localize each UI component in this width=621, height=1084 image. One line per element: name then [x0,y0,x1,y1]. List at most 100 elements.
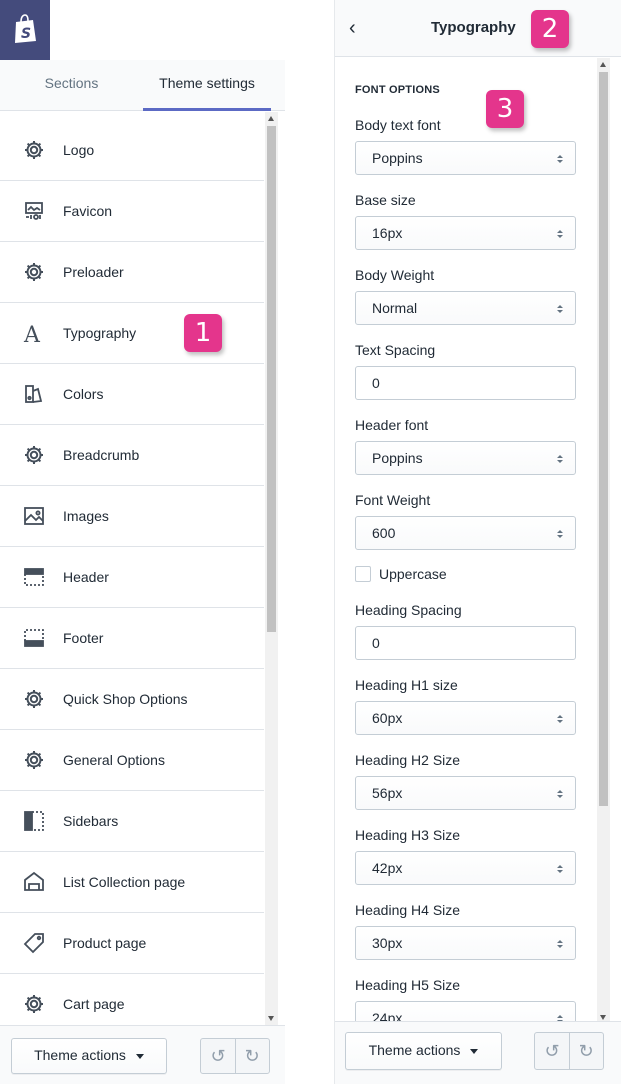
scroll-up-arrow[interactable] [268,116,274,121]
select-value: Poppins [372,150,423,166]
heading-h4-size-select[interactable]: 30px [355,926,576,960]
sidebar-item-label: Colors [63,386,104,402]
field-label: Heading H1 size [355,677,458,693]
sidebar-item-cart-page[interactable]: Cart page [0,974,264,1025]
heading-h3-size-field: Heading H3 Size 42px [355,825,576,885]
heading-h4-size-field: Heading H4 Size 30px [355,900,576,960]
sidebar-item-label: Images [63,508,109,524]
step-badge-2: 2 [531,10,569,48]
theme-actions-label: Theme actions [368,1042,461,1058]
svg-text:S: S [21,26,31,42]
sidebar-item-list-collection-page[interactable]: List Collection page [0,852,264,913]
sidebar-item-colors[interactable]: Colors [0,364,264,425]
select-value: Normal [372,300,418,316]
gear-icon [25,751,43,769]
heading-h2-size-select[interactable]: 56px [355,776,576,810]
theme-actions-button[interactable]: Theme actions [11,1038,167,1074]
sidebar-item-quick-shop-options[interactable]: Quick Shop Options [0,669,264,730]
redo-icon[interactable]: ↻ [235,1039,269,1073]
typography-scrollbar[interactable] [597,58,610,1024]
panel-tabs: Sections Theme settings [0,60,285,111]
sidebar-item-general-options[interactable]: General Options [0,730,264,791]
gear-icon [25,995,43,1013]
shopify-bag-icon: S [15,14,36,43]
sidebar-item-header[interactable]: Header [0,547,264,608]
heading-h5-size-field: Heading H5 Size 24px [355,975,576,1024]
settings-scrollbar[interactable] [265,112,278,1025]
favicon-icon [25,202,43,220]
theme-actions-button[interactable]: Theme actions [345,1032,502,1070]
sidebar-item-breadcrumb[interactable]: Breadcrumb [0,425,264,486]
font-weight-select[interactable]: 600 [355,516,576,550]
sidebar-item-label: Preloader [63,264,124,280]
gear-icon [25,141,43,159]
body-weight-field: Body Weight Normal [355,265,576,325]
sidebar-item-favicon[interactable]: Favicon [0,181,264,242]
body-text-font-field: Body text font Poppins [355,115,576,175]
field-label: Body Weight [355,267,435,283]
select-value: 42px [372,860,403,876]
scroll-up-arrow[interactable] [600,62,606,67]
undo-icon[interactable]: ↺ [535,1033,570,1069]
field-label: Font Weight [355,492,431,508]
sidebar-item-label: General Options [63,752,165,768]
back-chevron-icon[interactable]: ‹ [349,17,356,39]
sidebar-item-preloader[interactable]: Preloader [0,242,264,303]
sidebar-item-images[interactable]: Images [0,486,264,547]
shopify-logo[interactable]: S [0,0,50,60]
header-font-select[interactable]: Poppins [355,441,576,475]
select-arrows-icon [557,715,563,723]
redo-icon[interactable]: ↻ [569,1033,603,1069]
select-arrows-icon [557,305,563,313]
sidebar-item-label: Typography [63,325,137,341]
typography-header: ‹ Typography [335,0,621,57]
scroll-down-arrow[interactable] [600,1015,606,1020]
scrollbar-thumb[interactable] [599,72,608,806]
base-size-select[interactable]: 16px [355,216,576,250]
uppercase-label: Uppercase [379,566,447,582]
heading-h1-size-select[interactable]: 60px [355,701,576,735]
base-size-field: Base size 16px [355,190,576,250]
tab-sections[interactable]: Sections [0,60,143,108]
sidebar-item-label: Quick Shop Options [63,691,188,707]
footer-icon [24,629,44,647]
select-value: 16px [372,225,403,241]
sidebar-item-typography[interactable]: A Typography [0,303,264,364]
heading-h3-size-select[interactable]: 42px [355,851,576,885]
scroll-down-arrow[interactable] [268,1016,274,1021]
typography-icon: A [23,323,41,344]
panel-gap [285,0,334,1084]
select-value: 30px [372,935,403,951]
select-arrows-icon [557,455,563,463]
caret-down-icon [470,1048,479,1054]
sidebar-item-sidebars[interactable]: Sidebars [0,791,264,852]
collection-icon [24,871,44,891]
top-bar [50,0,285,61]
heading-spacing-input[interactable]: 0 [355,626,576,660]
body-text-font-select[interactable]: Poppins [355,141,576,175]
uppercase-checkbox[interactable] [355,566,371,582]
scrollbar-thumb[interactable] [267,126,276,632]
field-label: Text Spacing [355,342,436,358]
typography-panel: ‹ Typography 2 FONT OPTIONS 3 Body text … [334,0,621,1084]
sidebar-item-label: Breadcrumb [63,447,140,463]
body-weight-select[interactable]: Normal [355,291,576,325]
tab-theme-settings[interactable]: Theme settings [143,60,271,111]
heading-spacing-field: Heading Spacing 0 [355,600,576,660]
sidebar-item-footer[interactable]: Footer [0,608,264,669]
select-arrows-icon [557,865,563,873]
sidebar-item-logo[interactable]: Logo [0,120,264,181]
select-value: 56px [372,785,403,801]
sidebar-item-label: Sidebars [63,813,119,829]
gear-icon [25,446,43,464]
step-badge-1: 1 [184,314,222,352]
page-title: Typography [431,19,516,36]
sidebar-item-product-page[interactable]: Product page [0,913,264,974]
select-value: Poppins [372,450,423,466]
text-spacing-input[interactable]: 0 [355,366,576,400]
tag-icon [23,933,44,954]
undo-icon[interactable]: ↺ [201,1039,236,1073]
field-label: Heading H5 Size [355,977,461,993]
sidebar-item-label: Product page [63,935,147,951]
select-arrows-icon [557,230,563,238]
